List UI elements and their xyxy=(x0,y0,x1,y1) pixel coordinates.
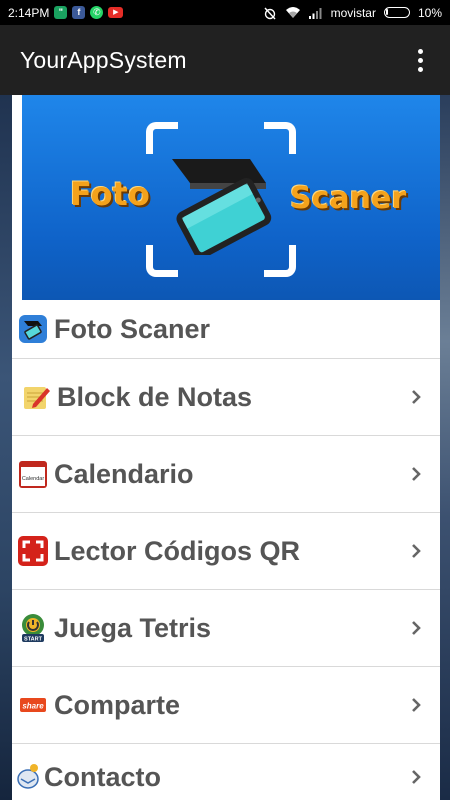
chevron-right-icon xyxy=(412,390,421,404)
banner-word-scaner: Scaner xyxy=(290,181,407,216)
scanner-icon xyxy=(18,314,48,344)
menu-item-lector-codigos-qr[interactable]: Lector Códigos QR xyxy=(12,513,440,590)
menu-item-label: Juega Tetris xyxy=(54,612,212,643)
menu-list: Foto Scaner Block de Notas Calendar Cale… xyxy=(12,300,440,800)
battery-percent: 10% xyxy=(417,5,442,20)
calendar-icon: Calendar xyxy=(18,459,48,489)
contact-icon xyxy=(16,762,40,792)
calendar-icon-text: Calendar xyxy=(22,476,44,482)
alarm-off-icon xyxy=(264,7,276,19)
overflow-menu-icon[interactable] xyxy=(410,48,430,72)
app-title: YourAppSystem xyxy=(20,46,187,73)
wifi-icon xyxy=(285,7,300,18)
qr-scan-icon xyxy=(18,536,48,566)
chevron-right-icon xyxy=(412,621,421,635)
menu-item-contacto[interactable]: Contacto xyxy=(12,744,440,800)
facebook-notification-icon: f xyxy=(72,6,86,19)
background-left xyxy=(0,95,12,800)
battery-icon xyxy=(383,7,410,18)
menu-item-foto-scaner[interactable]: Foto Scaner xyxy=(12,300,440,359)
tetris-icon: START xyxy=(18,613,48,643)
viewfinder-corner-top-left xyxy=(146,122,178,154)
whatsapp-notification-icon: ✆ xyxy=(90,6,104,19)
share-icon-text: share xyxy=(22,702,44,711)
menu-item-label: Contacto xyxy=(44,761,161,792)
chevron-right-icon xyxy=(412,544,421,558)
status-bar: 2:14PM " f ✆ ▶ movistar 10% xyxy=(0,0,450,25)
signal-icon xyxy=(308,7,322,19)
menu-item-juega-tetris[interactable]: START Juega Tetris xyxy=(12,590,440,667)
tetris-icon-text: START xyxy=(24,637,43,643)
chevron-right-icon xyxy=(412,770,421,784)
banner-word-foto: Foto xyxy=(70,175,150,213)
menu-item-block-de-notas[interactable]: Block de Notas xyxy=(12,359,440,436)
viewfinder-corner-top-right xyxy=(264,122,296,154)
foto-scaner-banner[interactable]: Foto Scaner xyxy=(22,95,440,300)
notepad-icon xyxy=(21,382,51,412)
main-card: Foto Scaner Foto Scaner Block de Notas C… xyxy=(12,95,440,800)
menu-item-label: Block de Notas xyxy=(57,381,253,412)
chevron-right-icon xyxy=(412,467,421,481)
app-bar: YourAppSystem xyxy=(0,25,450,95)
menu-item-label: Foto Scaner xyxy=(54,313,211,344)
share-icon: share xyxy=(18,690,48,720)
hangouts-notification-icon: " xyxy=(54,6,68,19)
menu-item-label: Calendario xyxy=(54,458,194,489)
scanner-illustration-icon xyxy=(172,159,272,255)
chevron-right-icon xyxy=(412,698,421,712)
clock: 2:14PM xyxy=(8,5,50,20)
menu-item-calendario[interactable]: Calendar Calendario xyxy=(12,436,440,513)
menu-item-label: Comparte xyxy=(54,689,181,720)
youtube-notification-icon: ▶ xyxy=(108,7,124,18)
menu-item-comparte[interactable]: share Comparte xyxy=(12,667,440,744)
carrier-name: movistar xyxy=(330,5,376,20)
menu-item-label: Lector Códigos QR xyxy=(54,535,301,566)
